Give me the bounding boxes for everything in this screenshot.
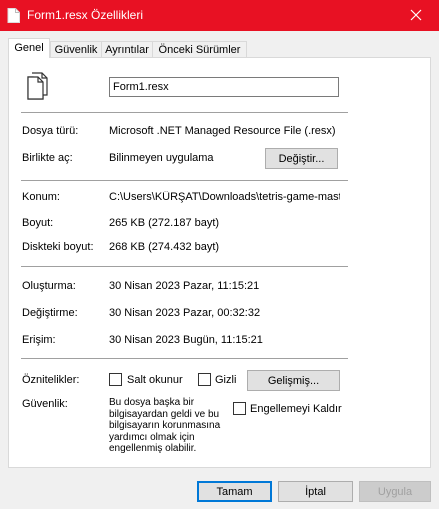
modified-value: 30 Nisan 2023 Pazar, 00:32:32	[109, 307, 261, 319]
tab-previous-versions[interactable]: Önceki Sürümler	[152, 41, 247, 58]
separator	[21, 358, 348, 359]
separator	[21, 180, 348, 181]
readonly-checkbox[interactable]	[109, 373, 122, 386]
file-type-label: Dosya türü:	[22, 125, 79, 137]
ok-button[interactable]: Tamam	[197, 481, 272, 502]
hidden-label[interactable]: Gizli	[215, 374, 236, 386]
document-icon	[27, 72, 48, 100]
security-message-line: Bu dosya başka bir	[109, 397, 195, 408]
title-bar[interactable]: Form1.resx Özellikleri	[0, 0, 439, 31]
size-label: Boyut:	[22, 217, 54, 229]
tab-bar: Genel Güvenlik Ayrıntılar Önceki Sürümle…	[8, 38, 431, 58]
tab-security[interactable]: Güvenlik	[50, 41, 102, 58]
cancel-button[interactable]: İptal	[278, 481, 353, 502]
file-type-value: Microsoft .NET Managed Resource File (.r…	[109, 125, 336, 137]
unblock-label[interactable]: Engellemeyi Kaldır	[250, 403, 342, 415]
general-panel: Form1.resx Dosya türü: Microsoft .NET Ma…	[8, 57, 431, 468]
security-message-line: bilgisayardan geldi ve bu	[109, 408, 220, 420]
window-title: Form1.resx Özellikleri	[27, 8, 144, 22]
readonly-label[interactable]: Salt okunur	[127, 374, 183, 386]
created-label: Oluşturma:	[22, 280, 76, 292]
close-button[interactable]	[393, 0, 439, 31]
tab-details[interactable]: Ayrıntılar	[101, 41, 153, 58]
opens-with-label: Birlikte aç:	[22, 152, 73, 164]
security-message-line: engellenmiş olabilir.	[109, 443, 197, 454]
opens-with-value: Bilinmeyen uygulama	[109, 152, 214, 164]
advanced-button[interactable]: Gelişmiş...	[247, 370, 340, 391]
accessed-label: Erişim:	[22, 334, 56, 346]
security-message-line: bilgisayarın korunmasına	[109, 420, 221, 431]
hidden-checkbox[interactable]	[198, 373, 211, 386]
filename-input[interactable]: Form1.resx	[109, 77, 339, 97]
apply-button[interactable]: Uygula	[359, 481, 431, 502]
change-button[interactable]: Değiştir...	[265, 148, 338, 169]
size-value: 265 KB (272.187 bayt)	[109, 217, 220, 229]
location-label: Konum:	[22, 191, 60, 203]
size-on-disk-value: 268 KB (274.432 bayt)	[109, 241, 220, 253]
location-value[interactable]: C:\Users\KÜRŞAT\Downloads\tetris-game-ma…	[109, 191, 340, 203]
unblock-checkbox[interactable]	[233, 402, 246, 415]
attributes-label: Öznitelikler:	[22, 374, 80, 386]
tab-general[interactable]: Genel	[8, 38, 50, 58]
security-message-line: yardımcı olmak için	[109, 431, 195, 443]
created-value: 30 Nisan 2023 Pazar, 11:15:21	[109, 280, 260, 292]
accessed-value: 30 Nisan 2023 Bugün, 11:15:21	[109, 334, 263, 346]
close-icon	[410, 9, 422, 21]
separator	[21, 112, 348, 113]
file-icon	[7, 8, 20, 23]
location-text: C:\Users\KÜRŞAT\Downloads\tetris-game-ma…	[109, 191, 340, 203]
security-label: Güvenlik:	[22, 398, 68, 410]
modified-label: Değiştirme:	[22, 307, 78, 319]
size-on-disk-label: Diskteki boyut:	[22, 241, 94, 253]
separator	[21, 266, 348, 267]
security-message: Bu dosya başka bir bilgisayardan geldi v…	[109, 397, 233, 455]
